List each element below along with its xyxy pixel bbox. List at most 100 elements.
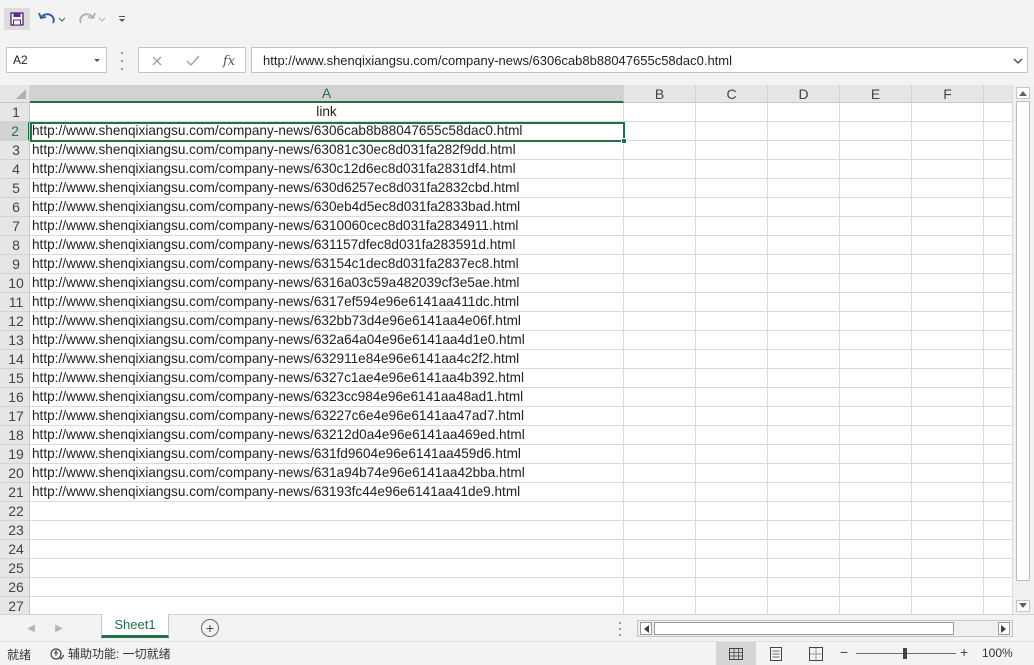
- row-header-3[interactable]: 3: [0, 141, 29, 160]
- cell-d14[interactable]: [768, 350, 840, 369]
- row-header-21[interactable]: 21: [0, 483, 29, 502]
- cell-g19[interactable]: [984, 445, 1012, 464]
- cell-e12[interactable]: [840, 312, 912, 331]
- cell-c10[interactable]: [696, 274, 768, 293]
- cell-d25[interactable]: [768, 559, 840, 578]
- cell-d13[interactable]: [768, 331, 840, 350]
- vertical-scrollbar[interactable]: [1012, 85, 1034, 614]
- cell-f17[interactable]: [912, 407, 984, 426]
- cell-f19[interactable]: [912, 445, 984, 464]
- row-header-20[interactable]: 20: [0, 464, 29, 483]
- row-header-23[interactable]: 23: [0, 521, 29, 540]
- horizontal-scroll-thumb[interactable]: [654, 622, 954, 635]
- cell-c13[interactable]: [696, 331, 768, 350]
- formula-bar-splitter[interactable]: [119, 52, 125, 70]
- cell-a18[interactable]: http://www.shenqixiangsu.com/company-new…: [30, 426, 624, 445]
- cell-d7[interactable]: [768, 217, 840, 236]
- cell-e1[interactable]: [840, 103, 912, 122]
- cell-e10[interactable]: [840, 274, 912, 293]
- cell-d22[interactable]: [768, 502, 840, 521]
- cell-d20[interactable]: [768, 464, 840, 483]
- cell-f27[interactable]: [912, 597, 984, 614]
- scroll-up-button[interactable]: [1016, 87, 1030, 99]
- cell-b20[interactable]: [624, 464, 696, 483]
- cell-e24[interactable]: [840, 540, 912, 559]
- cell-g20[interactable]: [984, 464, 1012, 483]
- enter-button[interactable]: [183, 52, 203, 70]
- cell-a3[interactable]: http://www.shenqixiangsu.com/company-new…: [30, 141, 624, 160]
- cell-a27[interactable]: [30, 597, 624, 614]
- cell-f22[interactable]: [912, 502, 984, 521]
- cell-g6[interactable]: [984, 198, 1012, 217]
- cell-d1[interactable]: [768, 103, 840, 122]
- horizontal-scrollbar[interactable]: [637, 620, 1013, 637]
- cell-f7[interactable]: [912, 217, 984, 236]
- cell-c5[interactable]: [696, 179, 768, 198]
- cell-b11[interactable]: [624, 293, 696, 312]
- cell-f18[interactable]: [912, 426, 984, 445]
- cell-d9[interactable]: [768, 255, 840, 274]
- row-header-6[interactable]: 6: [0, 198, 29, 217]
- cell-c18[interactable]: [696, 426, 768, 445]
- cell-f12[interactable]: [912, 312, 984, 331]
- cell-d26[interactable]: [768, 578, 840, 597]
- cell-d2[interactable]: [768, 122, 840, 141]
- cell-c21[interactable]: [696, 483, 768, 502]
- cell-e8[interactable]: [840, 236, 912, 255]
- row-header-4[interactable]: 4: [0, 160, 29, 179]
- formula-input[interactable]: http://www.shenqixiangsu.com/company-new…: [251, 47, 1028, 73]
- cell-a5[interactable]: http://www.shenqixiangsu.com/company-new…: [30, 179, 624, 198]
- cell-c22[interactable]: [696, 502, 768, 521]
- cell-g2[interactable]: [984, 122, 1012, 141]
- cell-a15[interactable]: http://www.shenqixiangsu.com/company-new…: [30, 369, 624, 388]
- cell-d23[interactable]: [768, 521, 840, 540]
- cell-g7[interactable]: [984, 217, 1012, 236]
- cell-b1[interactable]: [624, 103, 696, 122]
- row-header-19[interactable]: 19: [0, 445, 29, 464]
- cell-f20[interactable]: [912, 464, 984, 483]
- cell-e15[interactable]: [840, 369, 912, 388]
- cell-f14[interactable]: [912, 350, 984, 369]
- cell-f25[interactable]: [912, 559, 984, 578]
- insert-function-button[interactable]: fx: [219, 52, 239, 70]
- row-header-25[interactable]: 25: [0, 559, 29, 578]
- cell-c7[interactable]: [696, 217, 768, 236]
- cell-a1[interactable]: link: [30, 103, 624, 122]
- row-header-24[interactable]: 24: [0, 540, 29, 559]
- row-header-12[interactable]: 12: [0, 312, 29, 331]
- cell-b21[interactable]: [624, 483, 696, 502]
- column-header-e[interactable]: E: [840, 85, 912, 103]
- cell-g15[interactable]: [984, 369, 1012, 388]
- zoom-level[interactable]: 100%: [982, 646, 1013, 660]
- cell-g23[interactable]: [984, 521, 1012, 540]
- cell-a10[interactable]: http://www.shenqixiangsu.com/company-new…: [30, 274, 624, 293]
- row-header-2[interactable]: 2: [0, 122, 29, 141]
- cell-a7[interactable]: http://www.shenqixiangsu.com/company-new…: [30, 217, 624, 236]
- cell-e3[interactable]: [840, 141, 912, 160]
- cell-f1[interactable]: [912, 103, 984, 122]
- cell-g5[interactable]: [984, 179, 1012, 198]
- cell-e21[interactable]: [840, 483, 912, 502]
- cell-g16[interactable]: [984, 388, 1012, 407]
- save-button[interactable]: [4, 8, 30, 30]
- cell-g3[interactable]: [984, 141, 1012, 160]
- cell-a26[interactable]: [30, 578, 624, 597]
- cell-f11[interactable]: [912, 293, 984, 312]
- next-sheet-button[interactable]: ▶: [52, 621, 66, 635]
- cell-d12[interactable]: [768, 312, 840, 331]
- zoom-in-button[interactable]: +: [960, 644, 968, 660]
- cell-c4[interactable]: [696, 160, 768, 179]
- expand-formula-bar-icon[interactable]: [1013, 55, 1023, 67]
- cell-e25[interactable]: [840, 559, 912, 578]
- cell-g24[interactable]: [984, 540, 1012, 559]
- cell-g21[interactable]: [984, 483, 1012, 502]
- cell-c26[interactable]: [696, 578, 768, 597]
- cell-g27[interactable]: [984, 597, 1012, 614]
- row-header-7[interactable]: 7: [0, 217, 29, 236]
- cell-f8[interactable]: [912, 236, 984, 255]
- cell-a11[interactable]: http://www.shenqixiangsu.com/company-new…: [30, 293, 624, 312]
- cell-d18[interactable]: [768, 426, 840, 445]
- cell-d6[interactable]: [768, 198, 840, 217]
- customize-toolbar-button[interactable]: [114, 8, 130, 30]
- cell-b16[interactable]: [624, 388, 696, 407]
